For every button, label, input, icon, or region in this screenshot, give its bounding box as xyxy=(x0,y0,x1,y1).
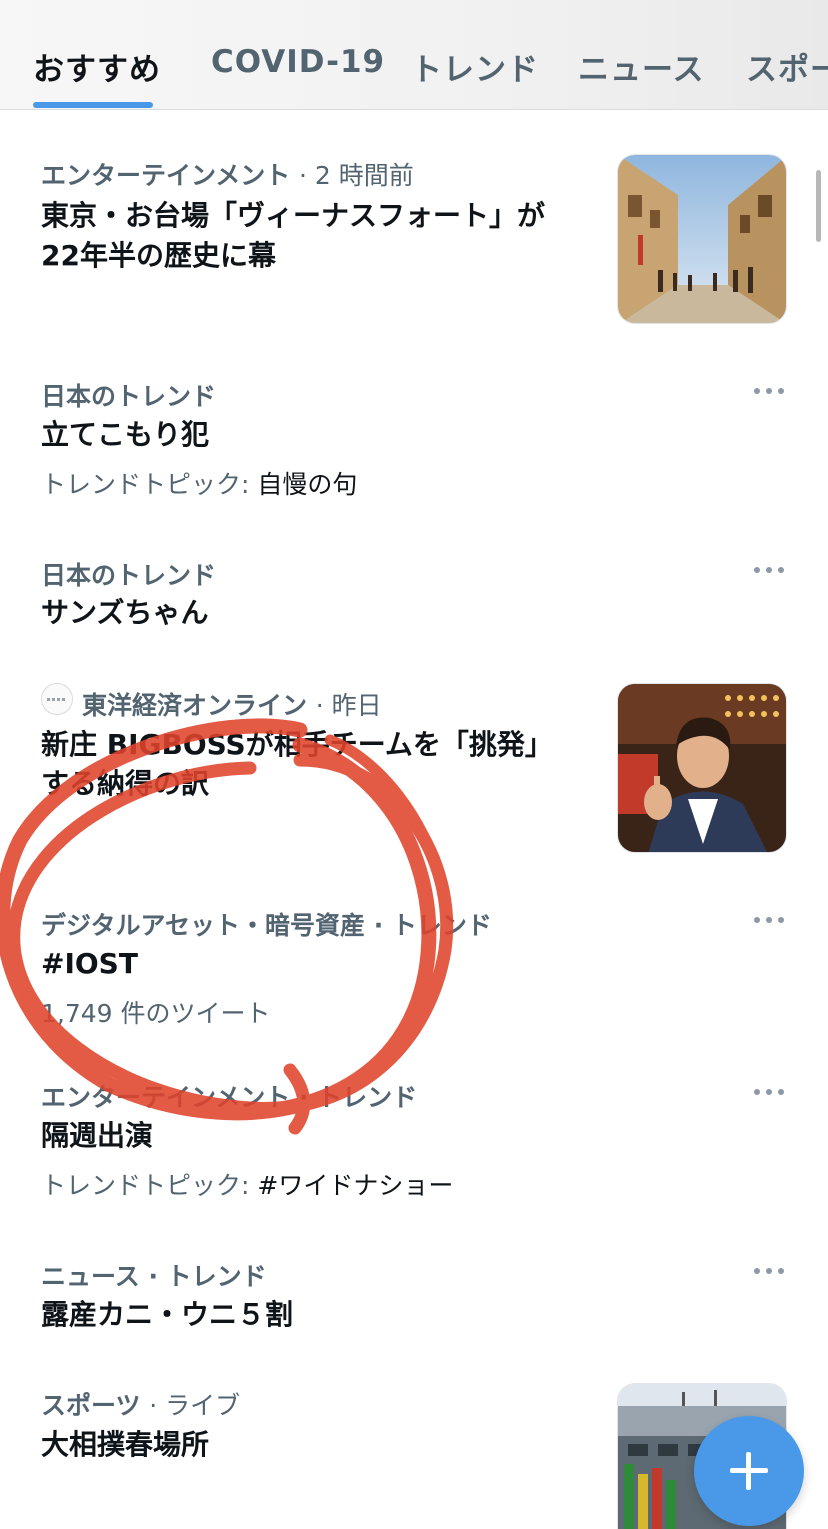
trend-category: 日本のトレンド xyxy=(41,561,217,590)
scrollbar[interactable] xyxy=(816,170,821,242)
trend-topic: トレンドトピック: 自慢の句 xyxy=(41,465,357,501)
event-meta: スポーツ · ライブ xyxy=(41,1386,240,1422)
trend-topic: トレンドトピック: #ワイドナショー xyxy=(41,1166,453,1202)
more-horizontal-icon[interactable] xyxy=(754,1266,784,1276)
explore-tab-bar: おすすめ COVID-19 トレンド ニュース スポーツ xyxy=(0,0,828,110)
news-title-line-2: 22年半の歴史に幕 xyxy=(41,239,276,272)
event-status: · ライブ xyxy=(149,1391,241,1420)
tab-trending[interactable]: トレンド xyxy=(411,44,539,89)
tab-recommended[interactable]: おすすめ xyxy=(33,44,161,89)
tab-covid19[interactable]: COVID-19 xyxy=(211,44,385,80)
more-horizontal-icon[interactable] xyxy=(754,386,784,396)
news-meta: エンターテインメント · 2 時間前 xyxy=(41,156,414,192)
news-source: 東洋経済オンライン xyxy=(82,691,308,720)
news-title-line-1: 東京・お台場「ヴィーナスフォート」が xyxy=(41,199,546,232)
event-category: スポーツ xyxy=(41,1391,141,1420)
trend-category: ニュース · トレンド xyxy=(41,1262,267,1291)
tab-sports[interactable]: スポーツ xyxy=(746,44,828,89)
trend-title: 隔週出演 xyxy=(41,1119,154,1152)
trend-topic-value: 自慢の句 xyxy=(257,470,358,499)
trend-topic-value: #ワイドナショー xyxy=(257,1171,454,1200)
news-title-line-1: 新庄 BIGBOSSが相手チームを「挑発」 xyxy=(41,728,553,761)
trend-category: 日本のトレンド xyxy=(41,382,217,411)
active-tab-indicator xyxy=(33,102,153,108)
trend-category: エンターテインメント · トレンド xyxy=(41,1083,418,1112)
trend-topic-prefix: トレンドトピック: xyxy=(41,470,258,499)
trend-title: #IOST xyxy=(41,947,138,980)
more-horizontal-icon[interactable] xyxy=(754,1087,784,1097)
tab-news[interactable]: ニュース xyxy=(578,44,704,89)
news-meta: 東洋経済オンライン · 昨日 xyxy=(82,686,382,722)
trend-title: 立てこもり犯 xyxy=(41,418,210,451)
news-thumbnail-image[interactable] xyxy=(617,683,787,853)
news-title-line-2: する納得の訳 xyxy=(41,767,210,800)
more-horizontal-icon[interactable] xyxy=(754,915,784,925)
trend-topic-prefix: トレンドトピック: xyxy=(41,1171,258,1200)
news-thumbnail-image[interactable] xyxy=(617,154,787,324)
news-time: · 昨日 xyxy=(315,691,382,720)
trend-title: サンズちゃん xyxy=(41,596,209,629)
more-horizontal-icon[interactable] xyxy=(754,565,784,575)
news-category: エンターテインメント xyxy=(41,161,291,190)
trend-title: 露産カニ・ウニ５割 xyxy=(41,1298,294,1331)
tweet-count: 1,749 件のツイート xyxy=(41,999,271,1028)
news-time: · 2 時間前 xyxy=(298,161,414,190)
event-title: 大相撲春場所 xyxy=(41,1428,210,1461)
trend-category: デジタルアセット・暗号資産 · トレンド xyxy=(41,911,492,940)
publisher-logo-icon xyxy=(41,683,73,715)
compose-button[interactable] xyxy=(694,1416,804,1526)
